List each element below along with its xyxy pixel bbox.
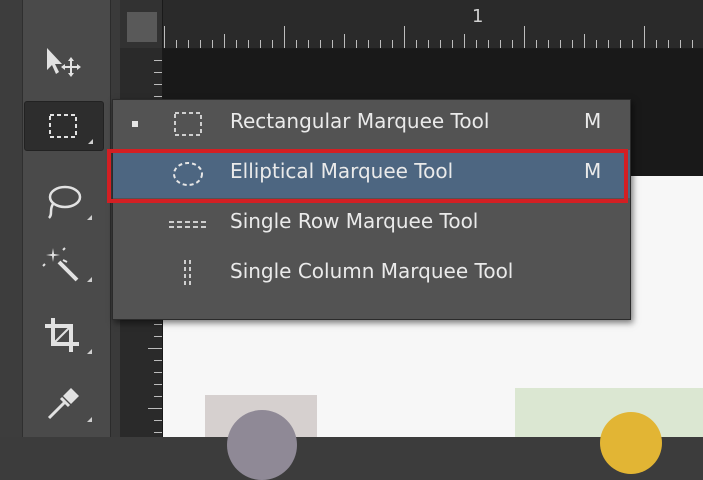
ruler-tick (320, 40, 321, 48)
menu-item-single-column-marquee[interactable]: Single Column Marquee Tool (113, 250, 630, 298)
ruler-tick (188, 40, 189, 48)
current-tool-bullet (132, 121, 138, 127)
ruler-tick (608, 40, 609, 48)
eyedropper-tool-button[interactable] (24, 380, 102, 428)
shortcut-key: M (584, 109, 602, 133)
ruler-tick (428, 40, 429, 48)
ruler-tick (284, 26, 285, 48)
single-column-marquee-icon (184, 260, 191, 288)
ruler-tick (380, 40, 381, 48)
ruler-tick (148, 408, 162, 409)
ruler-tick (154, 84, 162, 85)
ruler-tick (154, 360, 162, 361)
ruler-tick (260, 40, 261, 48)
magic-wand-icon (42, 247, 79, 282)
ruler-tick (154, 336, 162, 337)
ruler-tick (656, 40, 657, 48)
ruler-tick (344, 34, 345, 48)
menu-item-label: Single Column Marquee Tool (230, 259, 514, 283)
ruler-tick (154, 420, 162, 421)
ruler-tick (236, 40, 237, 48)
ruler-tick (248, 40, 249, 48)
ruler-tick (176, 40, 177, 48)
marquee-tools-flyout-menu: Rectangular Marquee Tool M Elliptical Ma… (112, 99, 631, 320)
canvas-image-yellow (515, 388, 703, 474)
ruler-tick (164, 26, 165, 48)
canvas-image-gray (205, 395, 317, 480)
ruler-tick (368, 40, 369, 48)
ruler-origin-corner[interactable] (120, 0, 163, 48)
tools-panel (0, 0, 111, 437)
magic-wand-tool-button[interactable] (24, 240, 102, 288)
lasso-tool-button[interactable] (24, 178, 102, 226)
ruler-tick (154, 432, 162, 433)
ruler-tick (154, 96, 162, 97)
ruler-tick (680, 40, 681, 48)
ruler-tick (632, 40, 633, 48)
eyedropper-icon (47, 388, 79, 420)
ruler-tick (500, 40, 501, 48)
rectangular-marquee-icon (174, 112, 202, 136)
ruler-tick (416, 40, 417, 48)
menu-item-rectangular-marquee[interactable]: Rectangular Marquee Tool M (113, 100, 630, 148)
ruler-tick (404, 26, 405, 48)
ruler-tick (332, 40, 333, 48)
ruler-tick (512, 40, 513, 48)
rectangular-marquee-tool-button[interactable] (24, 101, 104, 151)
panel-grip[interactable] (0, 0, 23, 437)
ruler-tick (154, 372, 162, 373)
ruler-tick (584, 34, 585, 48)
ruler-tick (536, 40, 537, 48)
ruler-tick (524, 26, 525, 48)
ruler-tick (272, 40, 273, 48)
crop-icon (45, 318, 79, 352)
ruler-tick (440, 40, 441, 48)
lasso-icon (48, 185, 82, 219)
menu-item-single-row-marquee[interactable]: Single Row Marquee Tool (113, 200, 630, 248)
rectangular-marquee-icon (49, 114, 77, 138)
crop-tool-button[interactable] (24, 312, 102, 360)
ruler-tick (154, 384, 162, 385)
ruler-tick (224, 34, 225, 48)
ruler-tick (488, 40, 489, 48)
ruler-tick (620, 40, 621, 48)
ruler-tick (476, 40, 477, 48)
ruler-tick (548, 40, 549, 48)
annotation-highlight-box (107, 149, 628, 203)
ruler-tick (356, 40, 357, 48)
move-tool-button[interactable] (24, 38, 102, 86)
ruler-tick (644, 26, 645, 48)
ruler-tick (452, 40, 453, 48)
ruler-tick (200, 40, 201, 48)
ruler-tick (296, 40, 297, 48)
horizontal-ruler[interactable]: 1 (120, 0, 703, 49)
ruler-tick (154, 396, 162, 397)
menu-item-label: Rectangular Marquee Tool (230, 109, 490, 133)
ruler-tick (560, 40, 561, 48)
ruler-tick (212, 40, 213, 48)
move-icon (47, 48, 81, 77)
ruler-tick (596, 40, 597, 48)
single-row-marquee-icon (169, 221, 209, 228)
ruler-tick (692, 40, 693, 48)
ruler-number: 1 (472, 6, 484, 27)
ruler-tick (392, 40, 393, 48)
ruler-tick (572, 40, 573, 48)
ruler-tick (154, 72, 162, 73)
ruler-tick (154, 324, 162, 325)
ruler-tick (154, 60, 162, 61)
ruler-tick (668, 40, 669, 48)
ruler-tick (464, 34, 465, 48)
menu-item-label: Single Row Marquee Tool (230, 209, 479, 233)
ruler-tick (308, 40, 309, 48)
ruler-tick (148, 348, 162, 349)
